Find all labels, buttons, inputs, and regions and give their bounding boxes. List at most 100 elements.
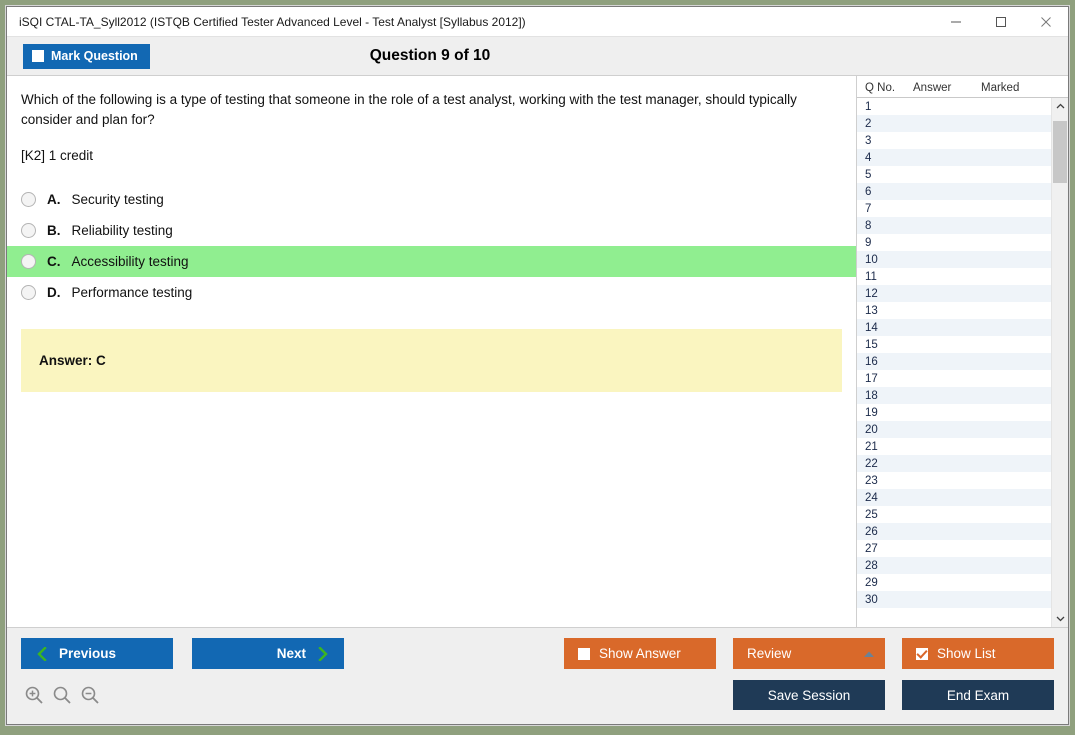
question-list-cell-qno: 4 <box>857 152 913 164</box>
question-list-row[interactable]: 19 <box>857 404 1051 421</box>
question-list-row[interactable]: 11 <box>857 268 1051 285</box>
question-list-row[interactable]: 6 <box>857 183 1051 200</box>
maximize-button[interactable] <box>978 7 1023 37</box>
next-button[interactable]: Next <box>192 638 344 669</box>
question-list-cell-qno: 27 <box>857 543 913 555</box>
question-list-cell-qno: 15 <box>857 339 913 351</box>
option-row-c[interactable]: C.Accessibility testing <box>7 246 856 277</box>
show-list-checkbox-icon <box>916 648 928 660</box>
scroll-up-button[interactable] <box>1052 98 1068 115</box>
question-list-cell-qno: 9 <box>857 237 913 249</box>
radio-button-icon[interactable] <box>21 254 36 269</box>
option-letter: D. <box>47 285 61 300</box>
question-list-row[interactable]: 15 <box>857 336 1051 353</box>
question-list-cell-qno: 24 <box>857 492 913 504</box>
question-list-row[interactable]: 28 <box>857 557 1051 574</box>
question-list-row[interactable]: 5 <box>857 166 1051 183</box>
question-list-row[interactable]: 23 <box>857 472 1051 489</box>
question-list-cell-qno: 22 <box>857 458 913 470</box>
mark-question-label: Mark Question <box>51 49 138 63</box>
question-list-row[interactable]: 22 <box>857 455 1051 472</box>
show-answer-checkbox-icon <box>578 648 590 660</box>
question-list-cell-qno: 3 <box>857 135 913 147</box>
chevron-down-icon <box>1056 615 1065 622</box>
question-list-cell-qno: 14 <box>857 322 913 334</box>
zoom-in-icon[interactable] <box>24 685 44 705</box>
question-list-row[interactable]: 24 <box>857 489 1051 506</box>
question-list-scroll-area: 1234567891011121314151617181920212223242… <box>857 98 1068 627</box>
previous-button-label: Previous <box>59 646 116 661</box>
question-list-row[interactable]: 29 <box>857 574 1051 591</box>
review-dropdown[interactable]: Review <box>733 638 885 669</box>
question-list-row[interactable]: 25 <box>857 506 1051 523</box>
footer-toolbar: Previous Next Show Answer Review <box>7 627 1068 724</box>
question-list-row[interactable]: 10 <box>857 251 1051 268</box>
question-text: Which of the following is a type of test… <box>7 90 856 129</box>
show-list-button[interactable]: Show List <box>902 638 1054 669</box>
option-row-b[interactable]: B.Reliability testing <box>7 215 856 246</box>
question-list-row[interactable]: 27 <box>857 540 1051 557</box>
question-list-row[interactable]: 30 <box>857 591 1051 608</box>
question-list-row[interactable]: 14 <box>857 319 1051 336</box>
scrollbar-thumb[interactable] <box>1053 121 1067 183</box>
radio-button-icon[interactable] <box>21 223 36 238</box>
question-list-cell-qno: 12 <box>857 288 913 300</box>
maximize-icon <box>995 16 1007 28</box>
show-answer-button[interactable]: Show Answer <box>564 638 716 669</box>
question-list-row[interactable]: 7 <box>857 200 1051 217</box>
question-list-row[interactable]: 13 <box>857 302 1051 319</box>
question-list-row[interactable]: 20 <box>857 421 1051 438</box>
question-list-cell-qno: 16 <box>857 356 913 368</box>
question-list-row[interactable]: 9 <box>857 234 1051 251</box>
option-text: Accessibility testing <box>72 254 189 269</box>
review-dropdown-label: Review <box>747 646 791 661</box>
option-text: Performance testing <box>72 285 193 300</box>
title-bar: iSQI CTAL-TA_Syll2012 (ISTQB Certified T… <box>7 7 1068 37</box>
zoom-out-icon[interactable] <box>80 685 100 705</box>
question-list-row[interactable]: 26 <box>857 523 1051 540</box>
minimize-button[interactable] <box>933 7 978 37</box>
question-list-row[interactable]: 3 <box>857 132 1051 149</box>
previous-button[interactable]: Previous <box>21 638 173 669</box>
question-list-row[interactable]: 12 <box>857 285 1051 302</box>
question-list-row[interactable]: 21 <box>857 438 1051 455</box>
end-exam-button[interactable]: End Exam <box>902 680 1054 710</box>
question-list-row[interactable]: 16 <box>857 353 1051 370</box>
mark-question-checkbox-icon <box>32 50 44 62</box>
question-list-cell-qno: 20 <box>857 424 913 436</box>
scrollbar-track[interactable] <box>1052 115 1068 610</box>
zoom-reset-icon[interactable] <box>52 685 72 705</box>
question-list-cell-qno: 10 <box>857 254 913 266</box>
mark-question-button[interactable]: Mark Question <box>23 44 150 69</box>
show-answer-label: Show Answer <box>599 646 681 661</box>
question-list-row[interactable]: 1 <box>857 98 1051 115</box>
option-row-d[interactable]: D. Performance testing <box>7 277 856 308</box>
question-list-row[interactable]: 2 <box>857 115 1051 132</box>
question-list-row[interactable]: 4 <box>857 149 1051 166</box>
radio-button-icon[interactable] <box>21 192 36 207</box>
question-list-header: Q No. Answer Marked <box>857 76 1068 98</box>
question-list-cell-qno: 18 <box>857 390 913 402</box>
question-list-row[interactable]: 8 <box>857 217 1051 234</box>
question-credit: [K2] 1 credit <box>7 148 856 163</box>
question-list-row[interactable]: 17 <box>857 370 1051 387</box>
question-list-scrollbar[interactable] <box>1051 98 1068 627</box>
save-session-label: Save Session <box>768 688 851 703</box>
chevron-up-icon <box>1056 103 1065 110</box>
option-row-a[interactable]: A.Security testing <box>7 184 856 215</box>
question-list-cell-qno: 23 <box>857 475 913 487</box>
radio-button-icon[interactable] <box>21 285 36 300</box>
question-list-cell-qno: 19 <box>857 407 913 419</box>
close-button[interactable] <box>1023 7 1068 37</box>
scroll-down-button[interactable] <box>1052 610 1068 627</box>
question-list-cell-qno: 7 <box>857 203 913 215</box>
question-list-row[interactable]: 18 <box>857 387 1051 404</box>
save-session-button[interactable]: Save Session <box>733 680 885 710</box>
question-list-cell-qno: 11 <box>857 271 913 283</box>
question-list-cell-qno: 8 <box>857 220 913 232</box>
question-list-cell-qno: 25 <box>857 509 913 521</box>
show-list-label: Show List <box>937 646 996 661</box>
question-list-cell-qno: 13 <box>857 305 913 317</box>
question-list-cell-qno: 1 <box>857 101 913 113</box>
triangle-up-icon <box>863 650 875 658</box>
